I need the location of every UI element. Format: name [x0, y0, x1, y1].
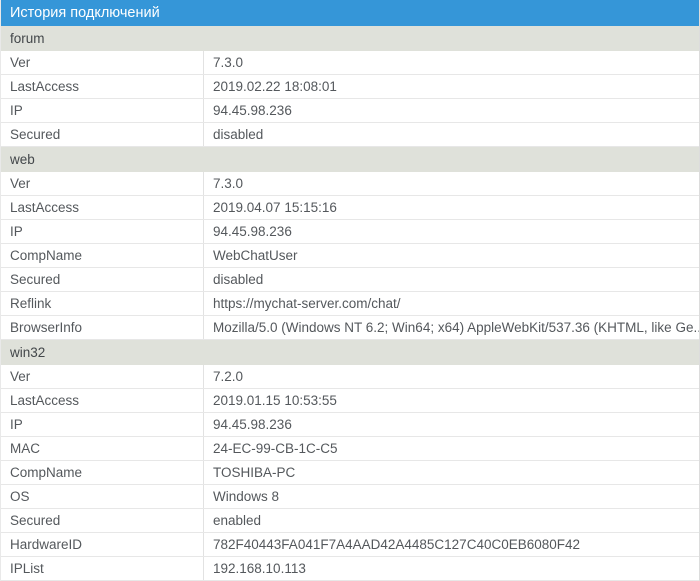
row-value: WebChatUser	[204, 244, 699, 267]
table-row: CompName TOSHIBA-PC	[1, 461, 699, 485]
section-rows: Ver 7.2.0 LastAccess 2019.01.15 10:53:55…	[1, 365, 699, 581]
row-value: 192.168.10.113	[204, 557, 699, 580]
row-value: https://mychat-server.com/chat/	[204, 292, 699, 315]
table-row: Ver 7.3.0	[1, 172, 699, 196]
row-label: Reflink	[1, 292, 204, 315]
row-value: Mozilla/5.0 (Windows NT 6.2; Win64; x64)…	[204, 316, 699, 339]
table-row: MAC 24-EC-99-CB-1C-C5	[1, 437, 699, 461]
row-value: 2019.02.22 18:08:01	[204, 75, 699, 98]
connection-history-table: forum Ver 7.3.0 LastAccess 2019.02.22 18…	[1, 26, 699, 581]
table-row: Secured disabled	[1, 268, 699, 292]
row-label: IP	[1, 220, 204, 243]
row-label: CompName	[1, 461, 204, 484]
row-value: enabled	[204, 509, 699, 532]
table-row: HardwareID 782F40443FA041F7A4AAD42A4485C…	[1, 533, 699, 557]
row-value: 7.2.0	[204, 365, 699, 388]
section-header: forum	[1, 26, 699, 51]
section-rows: Ver 7.3.0 LastAccess 2019.04.07 15:15:16…	[1, 172, 699, 340]
row-label: CompName	[1, 244, 204, 267]
table-row: IP 94.45.98.236	[1, 413, 699, 437]
row-value: disabled	[204, 123, 699, 146]
row-value: 7.3.0	[204, 51, 699, 74]
row-value: 782F40443FA041F7A4AAD42A4485C127C40C0EB6…	[204, 533, 699, 556]
row-value: 94.45.98.236	[204, 413, 699, 436]
table-row: Secured disabled	[1, 123, 699, 147]
row-value: 94.45.98.236	[204, 220, 699, 243]
panel-title: История подключений	[1, 0, 699, 26]
row-label: LastAccess	[1, 389, 204, 412]
row-label: BrowserInfo	[1, 316, 204, 339]
row-value: Windows 8	[204, 485, 699, 508]
row-label: IP	[1, 99, 204, 122]
row-label: HardwareID	[1, 533, 204, 556]
table-row: BrowserInfo Mozilla/5.0 (Windows NT 6.2;…	[1, 316, 699, 340]
table-row: LastAccess 2019.04.07 15:15:16	[1, 196, 699, 220]
table-row: Ver 7.3.0	[1, 51, 699, 75]
connection-section: web Ver 7.3.0 LastAccess 2019.04.07 15:1…	[1, 147, 699, 340]
row-label: OS	[1, 485, 204, 508]
row-label: Secured	[1, 509, 204, 532]
row-label: IP	[1, 413, 204, 436]
table-row: Ver 7.2.0	[1, 365, 699, 389]
table-row: OS Windows 8	[1, 485, 699, 509]
row-label: Ver	[1, 172, 204, 195]
row-value: 24-EC-99-CB-1C-C5	[204, 437, 699, 460]
table-row: CompName WebChatUser	[1, 244, 699, 268]
connection-history-panel: История подключений forum Ver 7.3.0 Last…	[0, 0, 700, 581]
table-row: Reflink https://mychat-server.com/chat/	[1, 292, 699, 316]
row-value: 7.3.0	[204, 172, 699, 195]
row-value: 2019.04.07 15:15:16	[204, 196, 699, 219]
row-label: Secured	[1, 268, 204, 291]
connection-section: forum Ver 7.3.0 LastAccess 2019.02.22 18…	[1, 26, 699, 147]
row-label: LastAccess	[1, 196, 204, 219]
connection-section: win32 Ver 7.2.0 LastAccess 2019.01.15 10…	[1, 340, 699, 581]
row-label: Ver	[1, 365, 204, 388]
row-value: 2019.01.15 10:53:55	[204, 389, 699, 412]
row-value: 94.45.98.236	[204, 99, 699, 122]
row-value: disabled	[204, 268, 699, 291]
table-row: IP 94.45.98.236	[1, 220, 699, 244]
section-rows: Ver 7.3.0 LastAccess 2019.02.22 18:08:01…	[1, 51, 699, 147]
row-label: IPList	[1, 557, 204, 580]
table-row: IPList 192.168.10.113	[1, 557, 699, 581]
section-header: win32	[1, 340, 699, 365]
table-row: Secured enabled	[1, 509, 699, 533]
row-value: TOSHIBA-PC	[204, 461, 699, 484]
section-header: web	[1, 147, 699, 172]
table-row: LastAccess 2019.02.22 18:08:01	[1, 75, 699, 99]
row-label: Secured	[1, 123, 204, 146]
table-row: LastAccess 2019.01.15 10:53:55	[1, 389, 699, 413]
row-label: LastAccess	[1, 75, 204, 98]
row-label: MAC	[1, 437, 204, 460]
row-label: Ver	[1, 51, 204, 74]
table-row: IP 94.45.98.236	[1, 99, 699, 123]
